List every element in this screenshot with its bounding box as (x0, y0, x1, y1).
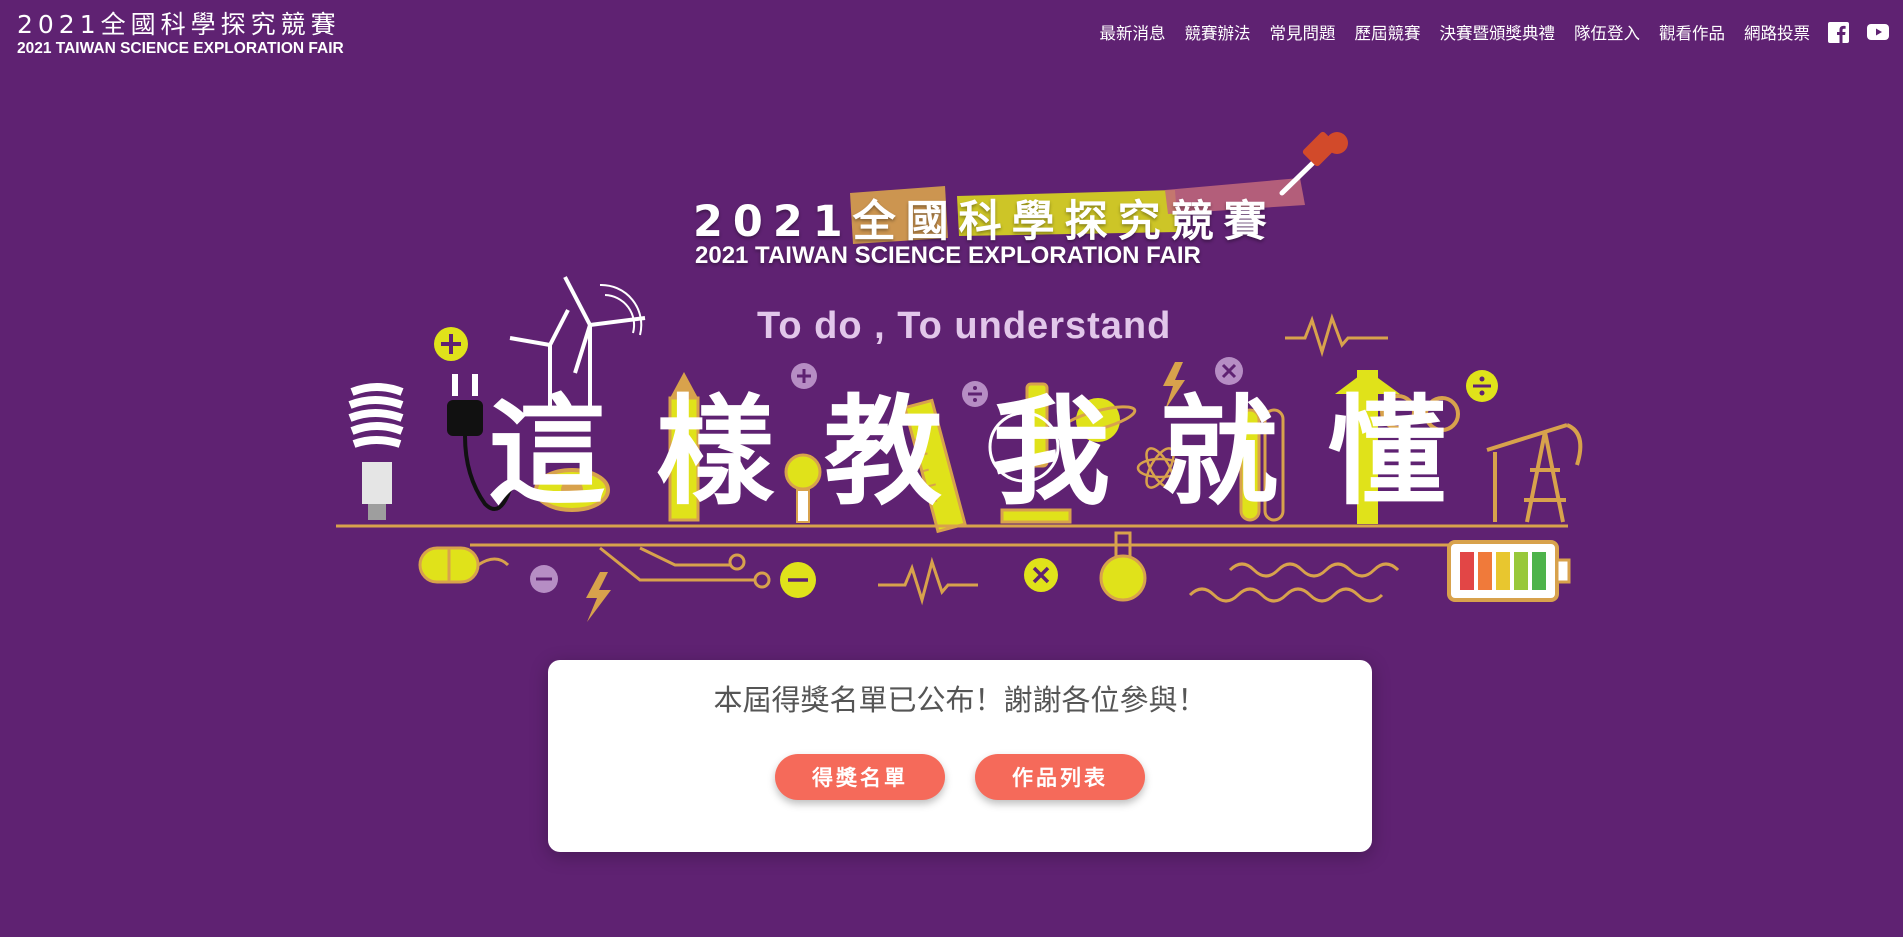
slogan-char: 樣 (656, 383, 775, 521)
mouse-icon (418, 546, 510, 584)
announcement-card: 本屆得獎名單已公布！謝謝各位參與！ 得獎名單 作品列表 (548, 660, 1372, 852)
hero-tagline: To do , To understand (757, 305, 1172, 347)
slogan-char: 懂 (1328, 383, 1447, 521)
minus-icon (530, 565, 558, 593)
slogan-char: 教 (824, 383, 943, 521)
light-bulb-icon (348, 383, 404, 520)
hero-title-cn: 2021全國科學探究競賽 (693, 197, 1277, 247)
hero-slogan: 這 樣 教 我 就 懂 (488, 393, 1488, 533)
oil-pump-icon (1486, 423, 1583, 523)
circuit-lines (336, 524, 1568, 603)
slogan-char: 這 (488, 383, 607, 521)
heartbeat-icon (878, 556, 978, 606)
slogan-char: 就 (1160, 383, 1279, 521)
multiply-icon (1215, 357, 1243, 385)
hero-title-en: 2021 TAIWAN SCIENCE EXPLORATION FAIR (695, 242, 1201, 269)
announcement-message: 本屆得獎名單已公布！謝謝各位參與！ (713, 683, 1207, 717)
award-list-button[interactable]: 得獎名單 (775, 754, 945, 800)
slogan-char: 我 (992, 383, 1111, 521)
pipette-icon (1279, 131, 1348, 196)
hero-banner: 2021全國科學探究競賽 2021 TAIWAN SCIENCE EXPLORA… (0, 0, 1903, 640)
multiply-icon (1024, 558, 1058, 592)
works-list-button[interactable]: 作品列表 (975, 754, 1145, 800)
heartbeat-icon (1285, 313, 1388, 358)
announcement-actions: 得獎名單 作品列表 (548, 754, 1372, 800)
lightning-icon (586, 572, 611, 622)
plus-icon (791, 363, 817, 389)
minus-icon (780, 562, 816, 598)
battery-icon (1447, 540, 1571, 602)
flask-icon (1099, 531, 1147, 602)
plus-icon (434, 327, 468, 361)
